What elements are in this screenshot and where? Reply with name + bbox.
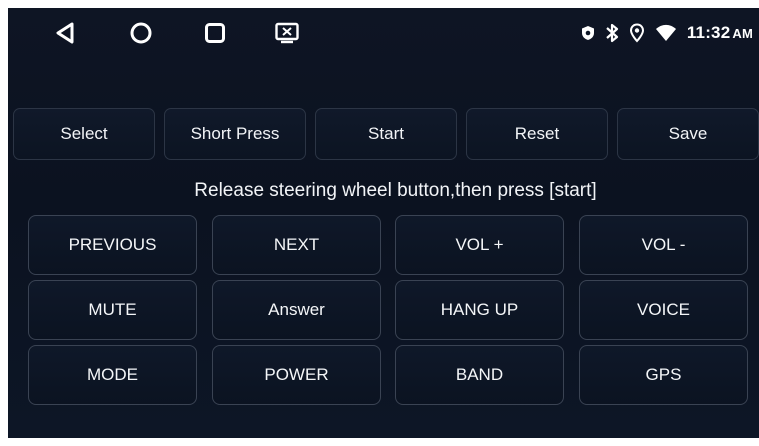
location-icon [629, 23, 645, 43]
key-power[interactable]: POWER [212, 345, 381, 405]
key-mute[interactable]: MUTE [28, 280, 197, 340]
key-hang-up[interactable]: HANG UP [395, 280, 564, 340]
key-voice[interactable]: VOICE [579, 280, 748, 340]
key-band[interactable]: BAND [395, 345, 564, 405]
short-press-button[interactable]: Short Press [164, 108, 306, 160]
bluetooth-icon [605, 23, 619, 43]
shield-icon [581, 25, 595, 41]
key-next[interactable]: NEXT [212, 215, 381, 275]
home-circle-icon[interactable] [128, 20, 154, 46]
screen-capture-icon[interactable] [274, 20, 300, 46]
reset-button[interactable]: Reset [466, 108, 608, 160]
key-vol-down[interactable]: VOL - [579, 215, 748, 275]
app-screen: 11:32 AM Select Short Press Start Reset S… [8, 8, 759, 438]
key-answer[interactable]: Answer [212, 280, 381, 340]
select-button[interactable]: Select [13, 108, 155, 160]
system-bar: 11:32 AM [8, 8, 759, 56]
clock: 11:32 AM [686, 23, 753, 42]
recents-square-icon[interactable] [202, 20, 228, 46]
wifi-icon [655, 24, 677, 42]
back-triangle-icon[interactable] [52, 20, 78, 46]
start-button[interactable]: Start [315, 108, 457, 160]
key-previous[interactable]: PREVIOUS [28, 215, 197, 275]
save-button[interactable]: Save [617, 108, 759, 160]
key-gps[interactable]: GPS [579, 345, 748, 405]
key-mode[interactable]: MODE [28, 345, 197, 405]
status-tray: 11:32 AM [581, 20, 753, 46]
key-vol-up[interactable]: VOL + [395, 215, 564, 275]
instruction-text: Release steering wheel button,then press… [194, 180, 597, 201]
